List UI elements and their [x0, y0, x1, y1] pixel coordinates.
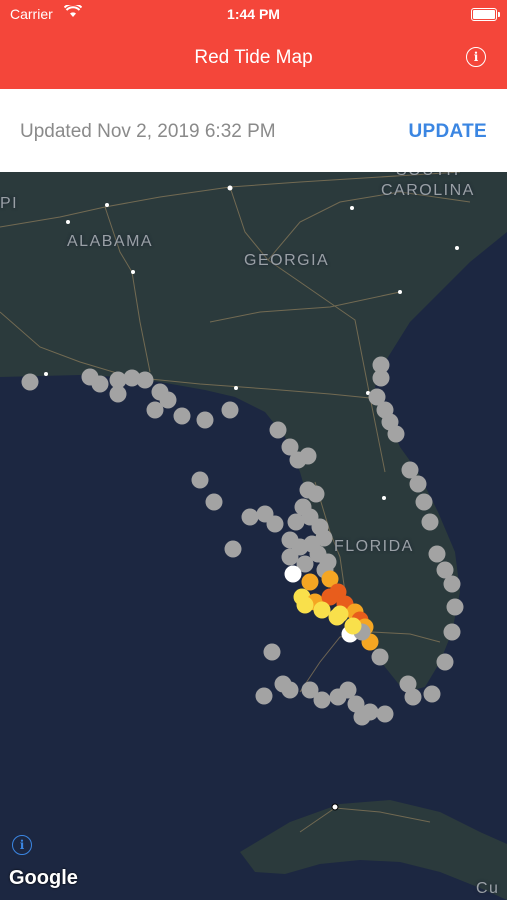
info-button[interactable]: i — [466, 47, 486, 67]
sample-marker-none[interactable] — [21, 373, 39, 391]
red-tide-map[interactable]: PI ALABAMA GEORGIA SOUTH CAROLINA FLORID… — [0, 172, 507, 900]
status-time: 1:44 PM — [227, 6, 280, 22]
sample-marker-none[interactable] — [196, 411, 214, 429]
navigation-header: Carrier 1:44 PM Red Tide Map i — [0, 0, 507, 89]
sample-marker-none[interactable] — [205, 493, 223, 511]
sample-marker-none[interactable] — [173, 407, 191, 425]
update-button[interactable]: UPDATE — [408, 121, 487, 143]
sample-marker-none[interactable] — [266, 515, 284, 533]
sample-marker-none[interactable] — [221, 401, 239, 419]
sample-marker-none[interactable] — [307, 485, 325, 503]
sample-marker-none[interactable] — [241, 508, 259, 526]
sample-marker-medium[interactable] — [301, 573, 319, 591]
map-canvas — [0, 172, 507, 900]
page-title: Red Tide Map — [194, 47, 313, 68]
sample-marker-none[interactable] — [421, 513, 439, 531]
info-icon: i — [19, 838, 25, 852]
map-label-pi: PI — [0, 195, 19, 212]
info-icon: i — [473, 50, 479, 64]
sample-marker-none[interactable] — [91, 375, 109, 393]
sample-marker-none[interactable] — [376, 705, 394, 723]
sample-marker-none[interactable] — [191, 471, 209, 489]
sample-marker-none[interactable] — [387, 425, 405, 443]
sample-marker-none[interactable] — [109, 385, 127, 403]
sample-marker-very-low[interactable] — [284, 565, 302, 583]
sample-marker-none[interactable] — [255, 687, 273, 705]
map-label-georgia: GEORGIA — [244, 252, 330, 269]
sample-marker-low[interactable] — [328, 608, 346, 626]
map-label-carolina: CAROLINA — [381, 182, 475, 199]
sample-marker-none[interactable] — [353, 708, 371, 726]
sample-marker-none[interactable] — [446, 598, 464, 616]
map-label-alabama: ALABAMA — [67, 233, 154, 250]
sample-marker-none[interactable] — [423, 685, 441, 703]
update-bar: Updated Nov 2, 2019 6:32 PM UPDATE — [0, 89, 507, 173]
sample-marker-none[interactable] — [281, 681, 299, 699]
sample-marker-none[interactable] — [371, 648, 389, 666]
google-logo: Google — [9, 867, 78, 889]
sample-marker-none[interactable] — [263, 643, 281, 661]
sample-marker-low[interactable] — [296, 596, 314, 614]
sample-marker-none[interactable] — [281, 548, 299, 566]
sample-marker-none[interactable] — [146, 401, 164, 419]
map-label-florida: FLORIDA — [334, 538, 414, 555]
last-updated-text: Updated Nov 2, 2019 6:32 PM — [20, 121, 276, 142]
sample-marker-none[interactable] — [136, 371, 154, 389]
sample-marker-low[interactable] — [313, 601, 331, 619]
sample-marker-none[interactable] — [313, 691, 331, 709]
sample-marker-none[interactable] — [409, 475, 427, 493]
sample-marker-none[interactable] — [443, 623, 461, 641]
sample-marker-none[interactable] — [404, 688, 422, 706]
map-label-south: SOUTH — [396, 172, 460, 180]
sample-marker-none[interactable] — [372, 369, 390, 387]
sample-marker-none[interactable] — [428, 545, 446, 563]
sample-marker-none[interactable] — [415, 493, 433, 511]
sample-marker-none[interactable] — [299, 447, 317, 465]
sample-marker-none[interactable] — [269, 421, 287, 439]
status-bar: Carrier 1:44 PM — [0, 0, 507, 30]
sample-marker-none[interactable] — [315, 529, 333, 547]
sample-marker-low[interactable] — [344, 617, 362, 635]
map-info-button[interactable]: i — [12, 835, 32, 855]
sample-marker-none[interactable] — [443, 575, 461, 593]
sample-marker-none[interactable] — [436, 653, 454, 671]
sample-marker-none[interactable] — [224, 540, 242, 558]
map-label-cuba: Cu — [476, 880, 500, 897]
battery-icon — [471, 8, 500, 21]
